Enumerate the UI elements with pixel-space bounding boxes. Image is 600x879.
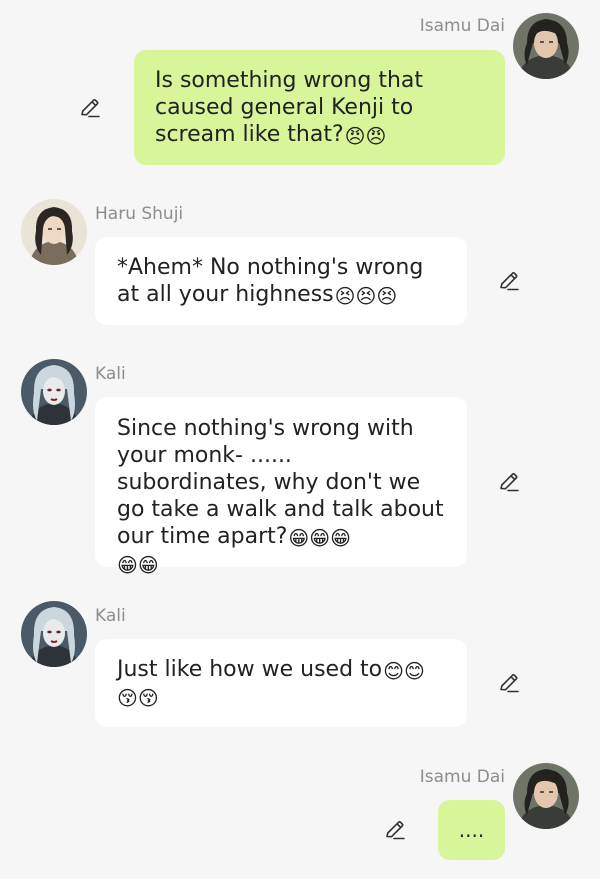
angry-emoji-icon: 😠😠 [344, 124, 387, 148]
edit-pencil-icon[interactable] [383, 818, 407, 842]
sender-name: Isamu Dai [419, 16, 505, 36]
sender-name: Kali [95, 364, 126, 384]
edit-pencil-icon[interactable] [78, 96, 102, 120]
message-incoming-2: Haru Shuji *Ahem* No nothing's wrong at … [0, 180, 600, 340]
message-incoming-4: Kali Just like how we used to😊😊 😚😚 [0, 582, 600, 752]
message-bubble[interactable]: .... [438, 800, 505, 860]
edit-pencil-icon[interactable] [497, 470, 521, 494]
message-bubble[interactable]: Is something wrong that caused general K… [134, 50, 505, 165]
edit-pencil-icon[interactable] [497, 269, 521, 293]
sender-name: Haru Shuji [95, 204, 184, 224]
sender-name: Isamu Dai [419, 767, 505, 787]
message-outgoing-1: Isamu Dai Is something wrong that caused… [0, 0, 600, 180]
avatar-haru-shuji[interactable] [21, 199, 87, 265]
avatar-isamu-dai[interactable] [513, 13, 579, 79]
persevering-emoji-icon: 😣😣😣 [334, 284, 398, 308]
message-text: Just like how we used to [117, 657, 383, 682]
message-outgoing-5: Isamu Dai .... [0, 752, 600, 879]
kissing-emoji-icon: 😚😚 [117, 686, 159, 710]
message-bubble[interactable]: *Ahem* No nothing's wrong at all your hi… [95, 237, 467, 325]
message-incoming-3: Kali Since nothing's wrong with your mon… [0, 340, 600, 580]
message-text: .... [458, 818, 485, 842]
message-text: Since nothing's wrong with your monk- ..… [117, 416, 444, 549]
message-bubble[interactable]: Since nothing's wrong with your monk- ..… [95, 397, 467, 575]
edit-pencil-icon[interactable] [497, 671, 521, 695]
message-bubble[interactable]: Just like how we used to😊😊 😚😚 [95, 639, 467, 727]
grinning-emoji-icon: 😁😁😁 [288, 526, 351, 550]
smiling-emoji-icon: 😊😊 [383, 659, 425, 683]
sender-name: Kali [95, 606, 126, 626]
avatar-isamu-dai[interactable] [513, 763, 579, 829]
avatar-kali[interactable] [21, 601, 87, 667]
avatar-kali[interactable] [21, 359, 87, 425]
grinning-emoji-icon: 😁😁 [117, 553, 159, 577]
